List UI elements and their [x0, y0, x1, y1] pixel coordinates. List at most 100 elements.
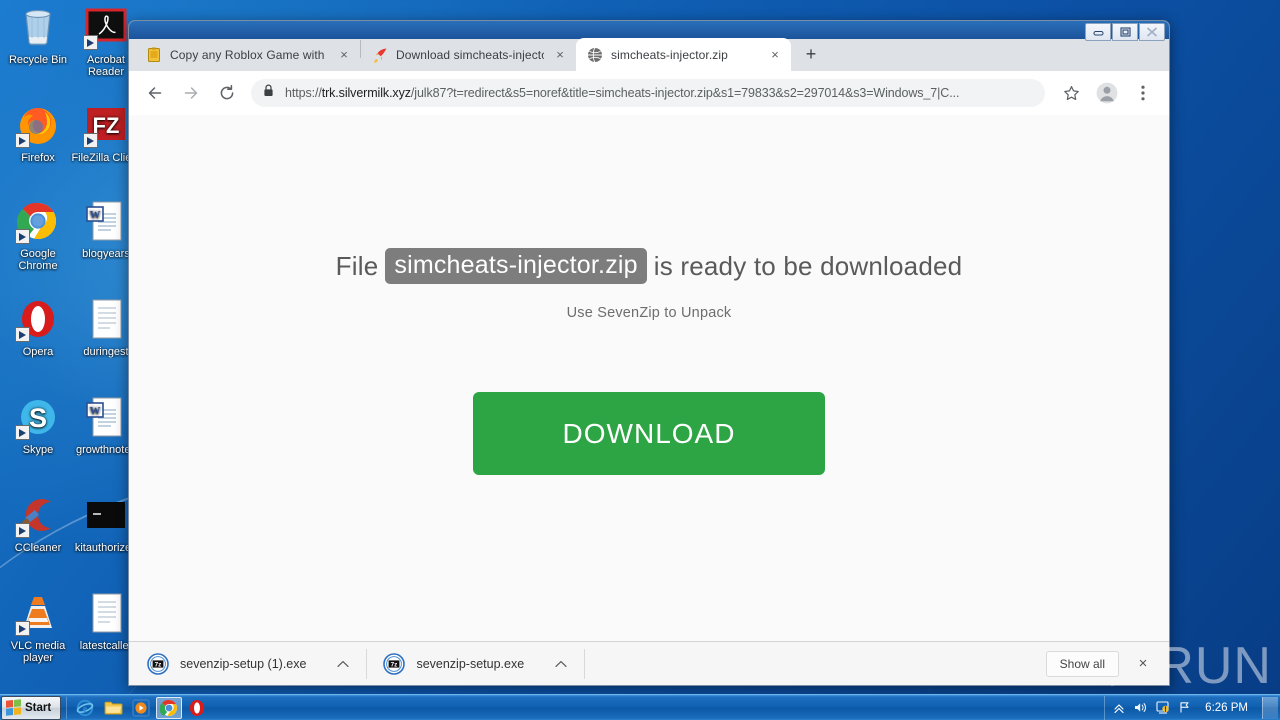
- firefox-icon: [15, 102, 61, 148]
- download-item-menu-icon[interactable]: [328, 650, 358, 678]
- tab-close-icon[interactable]: ×: [334, 45, 354, 65]
- windows-explorer-taskbar-icon[interactable]: [100, 697, 126, 719]
- chrome-taskbar-icon[interactable]: [156, 696, 183, 719]
- opera-taskbar-icon[interactable]: [184, 697, 210, 719]
- desktop-icon-firefox[interactable]: Firefox: [2, 102, 74, 164]
- desktop-icon-vlc-media-player[interactable]: VLC media player: [2, 590, 74, 664]
- rocket-favicon: [372, 47, 388, 63]
- download-item-menu-icon[interactable]: [546, 650, 576, 678]
- desktop-icon-label: Firefox: [21, 152, 55, 164]
- start-button-label: Start: [25, 701, 52, 714]
- download-shelf[interactable]: 7z sevenzip-setup (1).exe 7z sevenzip-setu…: [129, 641, 1169, 685]
- console-window-icon: [83, 492, 129, 538]
- browser-toolbar[interactable]: https://trk.silvermilk.xyz/julk87?t=redi…: [129, 71, 1169, 115]
- desktop-icon-google-chrome[interactable]: Google Chrome: [2, 198, 74, 272]
- desktop-icon-label: Opera: [22, 346, 54, 358]
- tab-title: Download simcheats-injector.zip file: [396, 47, 544, 62]
- page-subline: Use SevenZip to Unpack: [566, 305, 732, 321]
- desktop-icon-opera[interactable]: Opera: [2, 296, 74, 358]
- web-page-content: File simcheats-injector.zip is ready to …: [129, 115, 1169, 685]
- text-file-icon: [83, 296, 129, 342]
- window-controls[interactable]: [1085, 23, 1165, 41]
- svg-text:7z: 7z: [155, 661, 162, 668]
- desktop-icon-recycle-bin[interactable]: Recycle Bin: [2, 4, 74, 66]
- word-document-icon: W: [83, 394, 129, 440]
- download-item-separator: [366, 648, 368, 679]
- headline-suffix: is ready to be downloaded: [653, 250, 963, 281]
- desktop-icon-skype[interactable]: S Skype: [2, 394, 74, 456]
- download-item[interactable]: 7z sevenzip-setup.exe: [371, 645, 580, 683]
- show-hidden-icons-button[interactable]: [1110, 699, 1127, 716]
- browser-tab[interactable]: simcheats-injector.zip ×: [576, 38, 791, 71]
- show-all-downloads-button[interactable]: Show all: [1045, 650, 1119, 677]
- download-shelf-items: 7z sevenzip-setup (1).exe 7z sevenzip-setu…: [135, 645, 589, 683]
- volume-icon[interactable]: [1132, 699, 1149, 716]
- shortcut-overlay-icon: [83, 133, 98, 148]
- globe-favicon: [587, 47, 603, 63]
- download-item[interactable]: 7z sevenzip-setup (1).exe: [135, 645, 362, 683]
- page-headline: File simcheats-injector.zip is ready to …: [336, 248, 963, 284]
- bookmark-star-icon[interactable]: [1056, 78, 1086, 108]
- tab-title: simcheats-injector.zip: [611, 47, 728, 62]
- lock-icon: [263, 84, 276, 102]
- download-item-separator: [584, 648, 586, 679]
- address-bar[interactable]: https://trk.silvermilk.xyz/julk87?t=redi…: [251, 79, 1045, 107]
- ccleaner-icon: [15, 492, 61, 538]
- shortcut-overlay-icon: [15, 523, 30, 538]
- windows-taskbar[interactable]: Start e 6:26 PM: [0, 694, 1280, 720]
- network-icon[interactable]: [1176, 699, 1193, 716]
- start-button[interactable]: Start: [1, 695, 62, 720]
- desktop-icon-ccleaner[interactable]: CCleaner: [2, 492, 74, 554]
- profile-avatar[interactable]: [1092, 78, 1122, 108]
- filename-chip: simcheats-injector.zip: [385, 248, 647, 284]
- acrobat-reader-icon: [83, 4, 129, 50]
- forward-button[interactable]: [176, 78, 206, 108]
- roblox-favicon: [146, 47, 162, 63]
- download-shelf-actions[interactable]: Show all ×: [1045, 650, 1163, 678]
- opera-icon: [15, 296, 61, 342]
- chrome-browser-window[interactable]: Copy any Roblox Game with Ghosto×Downloa…: [128, 20, 1170, 686]
- close-download-shelf-icon[interactable]: ×: [1129, 650, 1157, 678]
- show-desktop-button[interactable]: [1262, 696, 1278, 719]
- skype-icon: S: [15, 394, 61, 440]
- browser-tab[interactable]: Copy any Roblox Game with Ghosto ×: [135, 38, 360, 71]
- media-player-taskbar-icon[interactable]: [128, 697, 154, 719]
- minimize-button[interactable]: [1085, 23, 1111, 41]
- shortcut-overlay-icon: [83, 35, 98, 50]
- recycle-bin-icon: [15, 4, 61, 50]
- tab-title: Copy any Roblox Game with Ghosto: [170, 47, 328, 62]
- shortcut-overlay-icon: [15, 425, 30, 440]
- action-center-icon[interactable]: [1154, 699, 1171, 716]
- desktop-icon-label: VLC media player: [10, 640, 66, 664]
- 7zip-icon: 7z: [383, 652, 406, 675]
- filezilla-icon: FZ: [83, 102, 129, 148]
- shortcut-overlay-icon: [15, 327, 30, 342]
- internet-explorer-taskbar-icon[interactable]: e: [72, 697, 98, 719]
- new-tab-button[interactable]: +: [797, 40, 825, 68]
- back-button[interactable]: [140, 78, 170, 108]
- windows-logo-icon: [6, 699, 21, 716]
- desktop-icon-label: Skype: [22, 444, 54, 456]
- svg-text:W: W: [90, 405, 101, 417]
- chrome-menu-button[interactable]: [1128, 78, 1158, 108]
- tab-close-icon[interactable]: ×: [550, 45, 570, 65]
- word-document-icon: W: [83, 198, 129, 244]
- tab-close-icon[interactable]: ×: [765, 45, 785, 65]
- browser-tab[interactable]: Download simcheats-injector.zip file ×: [361, 38, 576, 71]
- system-tray[interactable]: 6:26 PM: [1104, 695, 1280, 720]
- maximize-button[interactable]: [1112, 23, 1138, 41]
- quick-launch-bar[interactable]: e: [66, 696, 210, 719]
- text-file-icon: [83, 590, 129, 636]
- download-button[interactable]: DOWNLOAD: [473, 392, 825, 475]
- chrome-icon: [15, 198, 61, 244]
- tab-strip[interactable]: Copy any Roblox Game with Ghosto×Downloa…: [129, 33, 1169, 71]
- url-text[interactable]: https://trk.silvermilk.xyz/julk87?t=redi…: [285, 86, 1033, 100]
- 7zip-icon: 7z: [147, 652, 169, 675]
- taskbar-clock[interactable]: 6:26 PM: [1198, 702, 1255, 714]
- reload-button[interactable]: [212, 78, 242, 108]
- shortcut-overlay-icon: [15, 133, 30, 148]
- shortcut-overlay-icon: [15, 621, 30, 636]
- svg-text:e: e: [83, 704, 88, 715]
- svg-text:S: S: [29, 403, 47, 433]
- close-button[interactable]: [1139, 23, 1165, 41]
